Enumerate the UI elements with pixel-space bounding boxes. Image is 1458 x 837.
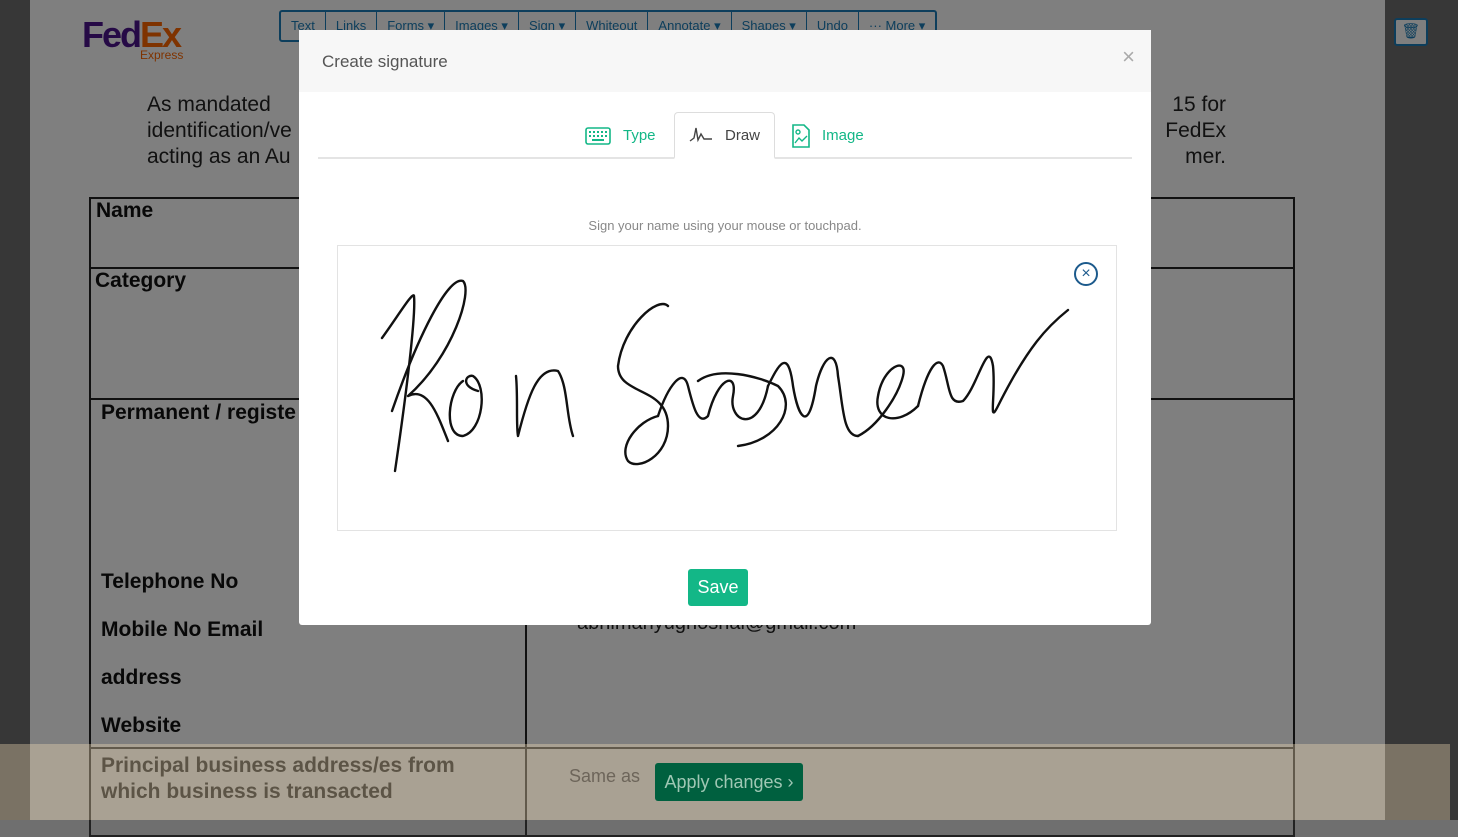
same-as-text: Same as (569, 766, 641, 786)
modal-header: Create signature × (299, 30, 1151, 92)
draw-hint: Sign your name using your mouse or touch… (588, 218, 862, 233)
apply-changes-button[interactable]: Apply changes › (655, 763, 803, 801)
clear-signature-icon[interactable]: × (1074, 262, 1098, 286)
signature-wave-icon (689, 127, 712, 143)
modal-title: Create signature (322, 52, 448, 71)
save-button[interactable]: Save (688, 569, 748, 606)
signature-tabs: Type Draw Image (318, 112, 1132, 159)
tab-label: Draw (725, 126, 761, 144)
tab-label: Image (822, 127, 864, 144)
tab-image[interactable]: Image (792, 112, 864, 159)
keyboard-icon (585, 126, 611, 145)
drawn-signature (380, 279, 1070, 473)
tab-type[interactable]: Type (585, 112, 656, 159)
tab-label: Type (623, 127, 656, 144)
signature-canvas[interactable]: × (337, 245, 1117, 531)
image-file-icon (792, 123, 810, 148)
create-signature-modal: Create signature × Type Draw Image Sign … (299, 30, 1151, 625)
tab-draw[interactable]: Draw (674, 112, 776, 159)
close-icon[interactable]: × (1122, 44, 1135, 70)
